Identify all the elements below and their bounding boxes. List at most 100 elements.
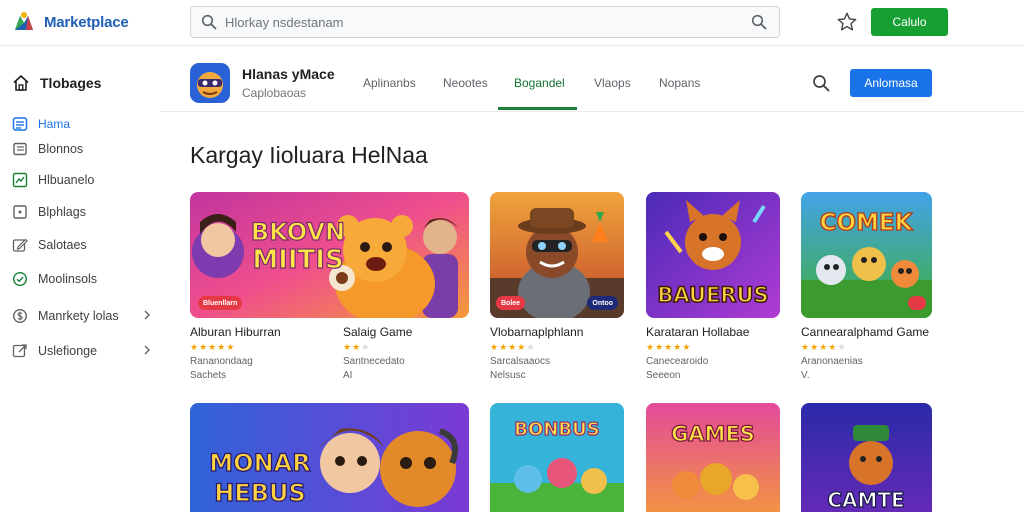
star-icon: ★	[828, 342, 837, 352]
sidebar-item-moolinsols[interactable]: Moolinsols	[12, 268, 152, 290]
rating-stars: ★ ★ ★ ★ ★	[801, 342, 932, 352]
star-icon: ★	[226, 342, 235, 352]
card-thumbnail[interactable]: BKOVN MIITIS Bluenllarn	[190, 192, 469, 318]
card-thumbnail[interactable]: CAMTE	[801, 403, 932, 512]
app-header: Hlanas yMace Caplobaoas Aplinanbs Neoote…	[160, 46, 1024, 112]
tab-vlaops[interactable]: Vlaops	[594, 76, 631, 90]
card-thumbnail[interactable]: BONBUS	[490, 403, 624, 512]
card-thumbnail[interactable]: COMEK	[801, 192, 932, 318]
sidebar-item-label: Blphlags	[38, 205, 86, 219]
sidebar-item-salotaes[interactable]: Salotaes	[12, 234, 152, 256]
card-meta-secondary: Nelsusc	[490, 370, 526, 381]
card-meta: Santnecedato	[343, 356, 405, 367]
card-art-title: CAMTE	[827, 488, 904, 512]
list-icon	[13, 142, 27, 156]
sidebar: Tlobages Hama Blonnos Hlbuanelo Blphlags…	[0, 46, 160, 512]
card-thumbnail[interactable]: GAMES	[646, 403, 780, 512]
chevron-right-icon[interactable]	[142, 309, 152, 321]
card-thumbnail[interactable]: Bolee Ontoo	[490, 192, 624, 318]
card-title[interactable]: Cannearalphamd Game	[801, 325, 932, 339]
brand[interactable]: Marketplace	[12, 10, 129, 34]
star-icon: ★	[517, 342, 526, 352]
sidebar-item-manrkety-lolas[interactable]: Manrkety lolas	[12, 305, 152, 327]
game-card[interactable]: Bolee Ontoo Vlobarnaplphlann ★ ★ ★ ★ ★ Sarca…	[490, 192, 624, 381]
star-icon: ★	[646, 342, 655, 352]
sidebar-item-label: Hama	[38, 117, 71, 131]
star-icon: ★	[655, 342, 664, 352]
favorite-star-icon[interactable]	[836, 11, 858, 33]
card-meta-secondary: V.	[801, 370, 810, 381]
sidebar-item-label: Salotaes	[38, 238, 87, 252]
sidebar-home[interactable]: Tlobages	[12, 74, 101, 92]
section-title: Kargay Iioluara HelNaa	[190, 142, 428, 168]
tab-nopans[interactable]: Nopans	[659, 76, 700, 90]
chat-icon	[12, 271, 28, 287]
active-tab-indicator	[498, 107, 577, 110]
star-icon: ★	[526, 342, 535, 352]
search-input[interactable]	[217, 14, 751, 30]
card-art-title: BAUERUS	[657, 283, 768, 307]
sidebar-item-label: Hlbuanelo	[38, 173, 95, 187]
rating-stars: ★ ★ ★	[343, 342, 463, 352]
tab-bogandel[interactable]: Bogandel	[514, 76, 565, 90]
card-art-line1: BKOVN	[251, 218, 345, 246]
search-submit-icon[interactable]	[751, 14, 767, 30]
card-meta: Canecearoido	[646, 356, 709, 367]
star-icon: ★	[352, 342, 361, 352]
search-box[interactable]	[190, 6, 780, 38]
sidebar-item-label: Blonnos	[38, 142, 84, 156]
star-icon: ★	[499, 342, 508, 352]
app-subtitle: Caplobaoas	[242, 86, 307, 100]
grid-icon	[12, 117, 28, 131]
star-icon: ★	[217, 342, 226, 352]
tab-aplinanbs[interactable]: Aplinanbs	[363, 76, 416, 90]
game-card[interactable]: Salaig Game ★ ★ ★ Santnecedato AI	[343, 318, 463, 381]
app-icon[interactable]	[190, 63, 230, 103]
star-icon: ★	[664, 342, 673, 352]
card-title[interactable]: Karataran Hollabae	[646, 325, 780, 339]
game-card[interactable]: CAMTE	[801, 403, 932, 512]
search-icon	[201, 14, 217, 30]
card-title[interactable]: Salaig Game	[343, 325, 463, 339]
sidebar-item-blonnos[interactable]: Blonnos	[12, 138, 152, 160]
star-icon: ★	[199, 342, 208, 352]
card-meta-secondary: Seeeon	[646, 370, 681, 381]
card-art-title: BONBUS	[514, 419, 599, 440]
game-card[interactable]: BAUERUS Karataran Hollabae ★ ★ ★ ★ ★ Canecea…	[646, 192, 780, 381]
card-art-line2: MIITIS	[252, 245, 343, 275]
rating-stars: ★ ★ ★ ★ ★	[490, 342, 624, 352]
home-icon	[13, 75, 29, 91]
star-icon: ★	[673, 342, 682, 352]
sidebar-item-hlbuanelo[interactable]: Hlbuanelo	[12, 169, 152, 191]
card-badge	[908, 296, 926, 310]
card-badge: Bluenllarn	[198, 296, 243, 310]
sidebar-item-hama[interactable]: Hama	[12, 113, 152, 135]
card-meta: Aranonaenias	[801, 356, 863, 367]
card-meta-secondary: AI	[343, 370, 353, 381]
card-thumbnail[interactable]: BAUERUS	[646, 192, 780, 318]
card-art-title: COMEK	[820, 210, 914, 236]
star-icon: ★	[837, 342, 846, 352]
sidebar-item-label: Moolinsols	[38, 272, 98, 286]
primary-action-button[interactable]: Calulo	[871, 8, 948, 36]
sidebar-item-label: Manrkety lolas	[38, 309, 119, 323]
star-icon: ★	[508, 342, 517, 352]
card-title[interactable]: Vlobarnaplphlann	[490, 325, 624, 339]
app-action-button[interactable]: Anlomasa	[850, 69, 932, 97]
game-card[interactable]: MONAR HEBUS	[190, 403, 469, 512]
game-card[interactable]: COMEK Cannearalphamd Game ★ ★ ★ ★ ★ Aranonae…	[801, 192, 932, 381]
rating-stars: ★ ★ ★ ★ ★	[646, 342, 780, 352]
top-bar: Marketplace Calulo	[0, 0, 1024, 46]
tab-neootes[interactable]: Neootes	[443, 76, 488, 90]
search-icon[interactable]	[812, 74, 830, 92]
card-thumbnail[interactable]: MONAR HEBUS	[190, 403, 469, 512]
tag-icon	[13, 205, 27, 219]
sidebar-item-blphlags[interactable]: Blphlags	[12, 201, 152, 223]
sidebar-item-uslefionge[interactable]: Uslefionge	[12, 340, 152, 362]
star-icon: ★	[801, 342, 810, 352]
game-card[interactable]: BONBUS	[490, 403, 624, 512]
star-icon: ★	[190, 342, 199, 352]
brand-name: Marketplace	[44, 13, 129, 31]
game-card[interactable]: GAMES	[646, 403, 780, 512]
chevron-right-icon[interactable]	[142, 344, 152, 356]
